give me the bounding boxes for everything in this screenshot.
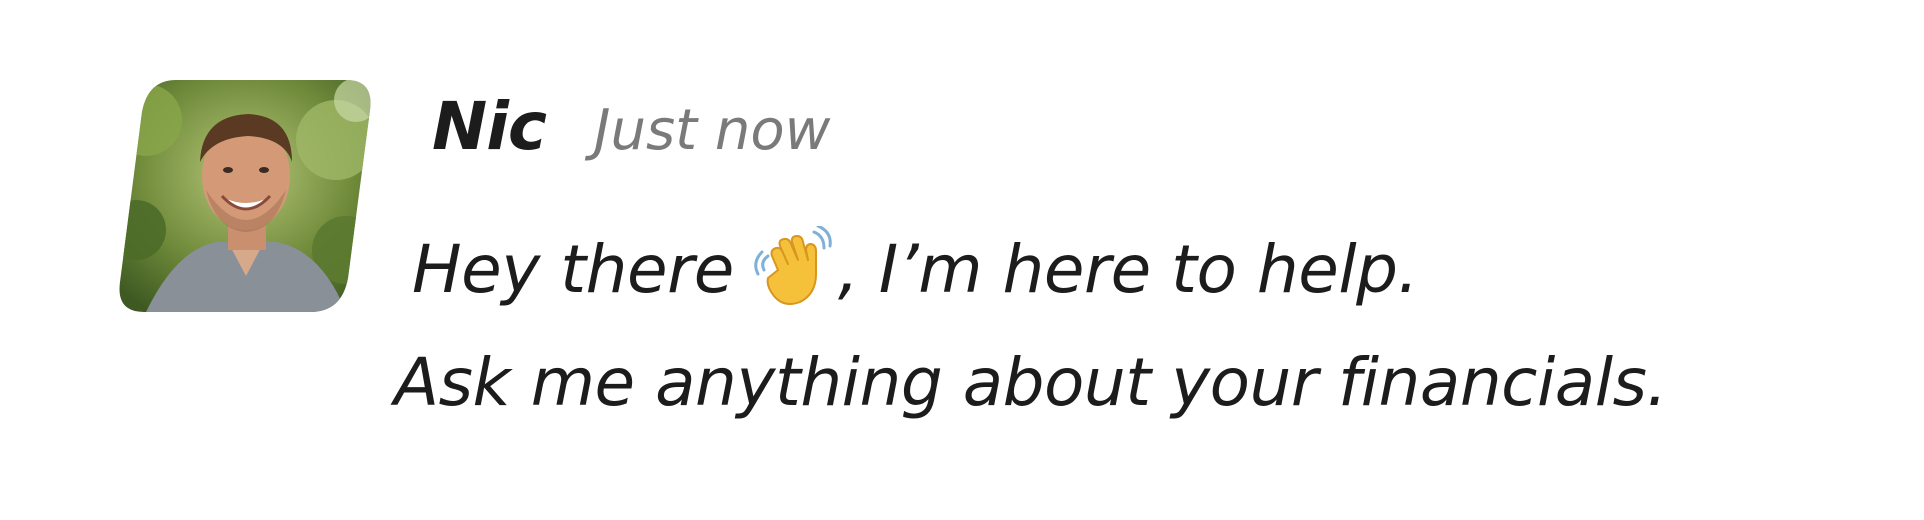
message-text-help: , I’m here to help.	[837, 230, 1419, 308]
avatar-photo-icon	[119, 80, 371, 312]
message-line-2: Ask me anything about your financials.	[394, 344, 1667, 421]
chat-message: Nic Just now Hey there , I’m here to hel…	[0, 0, 1924, 520]
waving-hand-icon	[754, 226, 836, 308]
message-timestamp[interactable]: Just now	[594, 98, 831, 163]
author-name[interactable]: Nic	[432, 88, 547, 165]
message-text-greeting: Hey there	[412, 230, 734, 308]
avatar[interactable]	[116, 80, 374, 312]
message-line-1: Hey there , I’m here to help.	[412, 226, 1419, 310]
message-header: Nic Just now	[432, 88, 830, 188]
